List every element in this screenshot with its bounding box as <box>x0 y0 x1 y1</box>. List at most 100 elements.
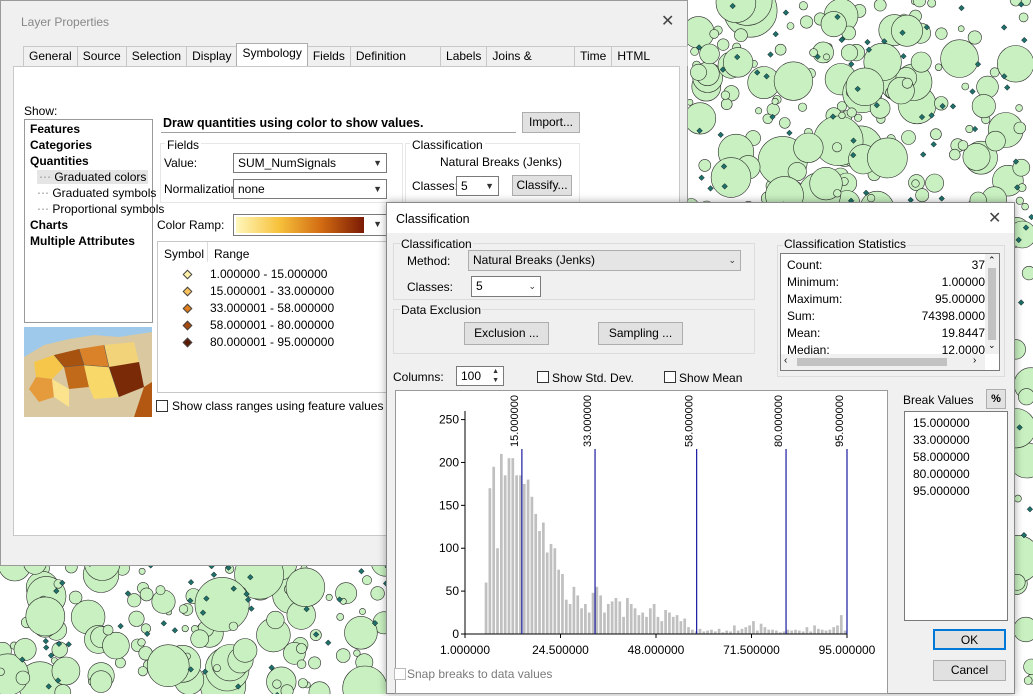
horizontal-scrollbar[interactable]: ‹ › <box>781 354 985 370</box>
map-feature <box>102 624 114 636</box>
class-row[interactable]: 15.000001 - 33.000000 <box>158 283 388 299</box>
class-range[interactable]: 1.000000 - 15.000000 <box>210 267 327 281</box>
class-row[interactable]: 33.000001 - 58.000000 <box>158 300 388 316</box>
class-range[interactable]: 80.000001 - 95.000000 <box>210 335 334 349</box>
tree-item[interactable]: Charts <box>30 218 68 232</box>
tab-fields[interactable]: Fields <box>306 46 351 66</box>
color-ramp-combo[interactable]: ▼ <box>233 214 387 236</box>
tree-item[interactable]: ⋯ Proportional symbols <box>37 202 164 216</box>
tab-labels[interactable]: Labels <box>440 46 488 66</box>
map-point <box>1021 37 1028 44</box>
break-value[interactable]: 58.000000 <box>913 450 1007 467</box>
histogram-bar <box>584 603 587 634</box>
classify-button[interactable]: Classify... <box>512 175 572 196</box>
class-symbol[interactable] <box>182 303 193 314</box>
map-feature <box>934 96 949 111</box>
spinner-arrows-icon[interactable]: ▲ ▼ <box>492 367 499 385</box>
class-symbol[interactable] <box>182 337 193 348</box>
classes-combo[interactable]: 5 ▼ <box>456 176 499 196</box>
histogram-bar <box>557 569 560 634</box>
class-symbol[interactable] <box>182 320 193 331</box>
tab-definition-query[interactable]: Definition Query <box>349 46 442 82</box>
chevron-up-icon[interactable]: ⌃ <box>988 255 996 266</box>
show-std-dev-checkbox[interactable] <box>537 371 549 383</box>
histogram-bar <box>614 597 618 634</box>
tab-display[interactable]: Display <box>186 46 238 66</box>
tab-time[interactable]: Time <box>574 46 613 66</box>
percent-button[interactable]: % <box>986 389 1006 409</box>
map-feature <box>820 11 847 38</box>
map-feature <box>786 22 795 30</box>
map-feature <box>1021 266 1033 281</box>
tab-html-popup[interactable]: HTML Popup <box>611 46 689 82</box>
stat-row: Mean: 19.8447 <box>781 325 985 341</box>
histogram-bar <box>671 616 675 634</box>
statistics-list[interactable]: Count: 37 Minimum: 1.00000 Maximum: 95.00000 S… <box>780 253 1000 371</box>
columns-spinner[interactable]: 100 ▲ ▼ <box>456 366 504 386</box>
class-range[interactable]: 33.000001 - 58.000000 <box>210 301 334 315</box>
normalization-combo[interactable]: none ▼ <box>233 179 387 199</box>
map-feature <box>925 173 945 193</box>
break-value[interactable]: 33.000000 <box>913 433 1007 450</box>
break-value[interactable]: 80.000000 <box>913 467 1007 484</box>
class-symbol[interactable] <box>182 269 193 280</box>
histogram-bar <box>786 629 790 634</box>
snap-breaks-checkbox[interactable] <box>394 668 406 680</box>
class-range[interactable]: 15.000001 - 33.000000 <box>210 284 334 298</box>
classes-combo[interactable]: 5 ⌄ <box>471 276 541 297</box>
break-value[interactable]: 15.000000 <box>913 416 1007 433</box>
tab-general[interactable]: General <box>23 46 78 66</box>
histogram-chart[interactable]: 0 50 100 150 200 250 1.000000 24.500000 48.00000… <box>396 391 887 693</box>
class-range[interactable]: 58.000001 - 80.000000 <box>210 318 334 332</box>
close-icon[interactable]: ✕ <box>661 11 674 31</box>
show-mean-checkbox[interactable] <box>664 371 676 383</box>
method-combo[interactable]: Natural Breaks (Jenks) ⌄ <box>468 250 741 271</box>
exclusion-button[interactable]: Exclusion ... <box>464 322 549 345</box>
histogram-bar <box>534 513 538 634</box>
scroll-thumb[interactable] <box>988 268 996 340</box>
map-feature <box>137 666 148 677</box>
class-row[interactable]: 58.000001 - 80.000000 <box>158 317 388 333</box>
map-feature <box>957 25 965 33</box>
histogram-bar <box>675 615 679 634</box>
class-symbol[interactable] <box>182 286 193 297</box>
tree-item[interactable]: Categories <box>30 138 92 152</box>
histogram-bar <box>817 628 820 634</box>
histogram-bar <box>545 552 549 634</box>
h-scroll-thumb[interactable] <box>797 358 947 366</box>
ok-button[interactable]: OK <box>933 629 1006 650</box>
tab-symbology[interactable]: Symbology <box>236 43 308 66</box>
tree-item[interactable]: Features <box>30 122 80 136</box>
chevron-left-icon[interactable]: ‹ <box>784 355 787 366</box>
tree-item[interactable]: Multiple Attributes <box>30 234 135 248</box>
show-class-ranges-checkbox[interactable] <box>156 400 168 412</box>
chevron-right-icon[interactable]: › <box>973 355 976 366</box>
tab-joins-relates[interactable]: Joins & Relates <box>486 46 576 82</box>
window-title: Layer Properties <box>21 15 110 29</box>
tree-item[interactable]: ⋯ Graduated symbols <box>37 186 156 200</box>
chevron-down-icon: ▼ <box>373 219 382 229</box>
vertical-scrollbar[interactable]: ⌃ ⌄ <box>985 254 999 354</box>
import-button[interactable]: Import... <box>522 112 580 133</box>
tab-selection[interactable]: Selection <box>125 46 188 66</box>
class-row[interactable]: 80.000001 - 95.000000 <box>158 334 388 350</box>
break-value[interactable]: 95.000000 <box>913 484 1007 501</box>
class-row[interactable]: 1.000000 - 15.000000 <box>158 266 388 282</box>
sampling-button[interactable]: Sampling ... <box>598 322 683 345</box>
map-feature <box>967 30 982 45</box>
break-values-list[interactable]: 15.000000 33.000000 58.000000 80.000000 95.0… <box>904 411 1008 621</box>
map-point <box>949 103 957 110</box>
map-feature <box>137 638 146 647</box>
histogram-panel[interactable]: 0 50 100 150 200 250 1.000000 24.500000 48.00000… <box>395 390 888 694</box>
tree-item[interactable]: Quantities <box>30 154 89 168</box>
chevron-down-icon[interactable]: ⌄ <box>988 340 996 351</box>
columns-label: Columns: <box>393 370 444 384</box>
tree-item[interactable]: ⋯ Graduated colors <box>37 170 149 184</box>
cancel-button[interactable]: Cancel <box>933 660 1006 681</box>
tab-source[interactable]: Source <box>76 46 127 66</box>
value-combo[interactable]: SUM_NumSignals ▼ <box>233 153 387 173</box>
close-icon[interactable]: ✕ <box>988 208 1001 228</box>
map-feature <box>190 629 209 649</box>
chevron-down-icon: ⌄ <box>728 255 736 265</box>
map-feature <box>720 98 733 110</box>
